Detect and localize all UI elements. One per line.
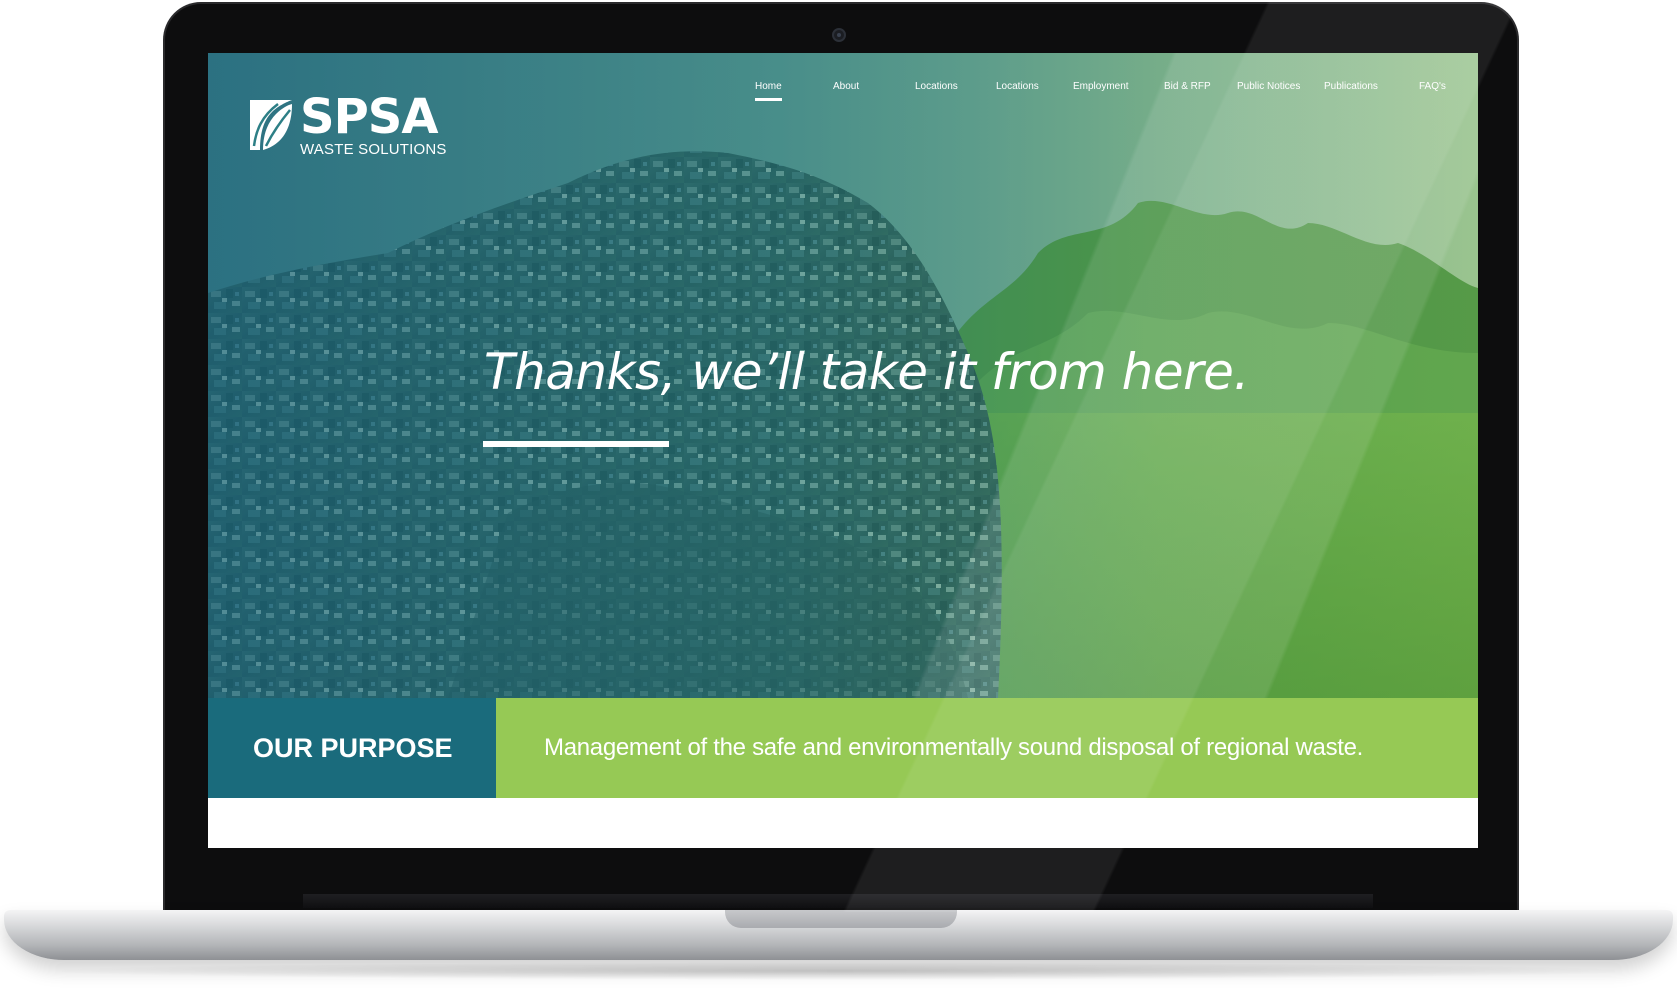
leaf-logo-icon	[250, 100, 292, 150]
nav-item-locations-2[interactable]: Locations	[996, 81, 1039, 92]
nav-item-about[interactable]: About	[833, 81, 859, 92]
nav-item-bid-rfp[interactable]: Bid & RFP	[1164, 81, 1211, 92]
headline-underline	[483, 441, 669, 447]
nav-item-home[interactable]: Home	[755, 81, 782, 101]
nav-item-publications[interactable]: Publications	[1324, 81, 1378, 92]
nav-item-locations[interactable]: Locations	[915, 81, 958, 92]
logo-subtitle: WASTE SOLUTIONS	[300, 141, 447, 158]
purpose-heading: OUR PURPOSE	[208, 698, 496, 798]
nav-item-employment[interactable]: Employment	[1073, 81, 1129, 92]
purpose-banner: OUR PURPOSE Management of the safe and e…	[208, 698, 1478, 798]
browser-screen: SPSA WASTE SOLUTIONS Home About Location…	[208, 53, 1478, 848]
hero-headline: Thanks, we’ll take it from here.	[484, 343, 1249, 401]
purpose-statement: Management of the safe and environmental…	[496, 698, 1478, 798]
laptop-shadow	[40, 962, 1640, 980]
hero-banner: SPSA WASTE SOLUTIONS Home About Location…	[208, 53, 1478, 698]
nav-item-public-notices[interactable]: Public Notices	[1237, 81, 1300, 92]
nav-item-faqs[interactable]: FAQ's	[1419, 81, 1446, 92]
main-navigation: Home About Locations Locations Employmen…	[208, 81, 1478, 103]
webcam-icon	[832, 28, 846, 42]
laptop-hinge	[303, 894, 1373, 908]
laptop-opening-notch	[725, 910, 957, 928]
